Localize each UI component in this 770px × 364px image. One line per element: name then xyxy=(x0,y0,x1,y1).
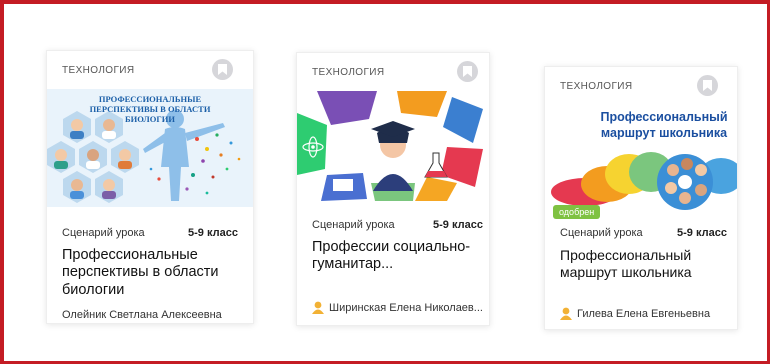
bookmark-icon[interactable] xyxy=(212,59,233,80)
card-category: ТЕХНОЛОГИЯ xyxy=(312,67,385,78)
card-title[interactable]: Профессии социально-гуманитар... xyxy=(312,239,488,274)
person-icon xyxy=(312,301,324,314)
card-image xyxy=(297,91,489,201)
card-image: Профессиональный маршрут школьника xyxy=(545,104,737,212)
screenshot-frame: ТЕХНОЛОГИЯ ПРОФЕССИОНАЛЬНЫЕ ПЕРСПЕКТИВЫ … xyxy=(0,0,770,364)
lesson-card[interactable]: ТЕХНОЛОГИЯ xyxy=(296,52,490,326)
person-icon xyxy=(560,307,572,320)
status-badge: одобрен xyxy=(553,205,601,219)
bookmark-icon[interactable] xyxy=(697,75,718,96)
image-banner-text: Профессиональный маршрут школьника xyxy=(600,110,728,140)
card-category: ТЕХНОЛОГИЯ xyxy=(62,65,135,76)
grade-label: 5-9 класс xyxy=(433,219,483,231)
author-name[interactable]: Олейник Светлана Алексеевна xyxy=(62,309,222,321)
image-banner-text: ПРОФЕССИОНАЛЬНЫЕ ПЕРСПЕКТИВЫ В ОБЛАСТИ Б… xyxy=(89,94,211,125)
author-name-text: Ширинская Елена Николаев... xyxy=(329,302,483,314)
lesson-card[interactable]: ТЕХНОЛОГИЯ Профессиональный маршрут школ… xyxy=(544,66,738,330)
author-name[interactable]: Ширинская Елена Николаев... xyxy=(312,301,483,314)
card-image: ПРОФЕССИОНАЛЬНЫЕ ПЕРСПЕКТИВЫ В ОБЛАСТИ Б… xyxy=(47,89,253,207)
grade-label: 5-9 класс xyxy=(677,227,727,239)
author-name[interactable]: Гилева Елена Евгеньевна xyxy=(560,307,710,320)
card-title[interactable]: Профессиональные перспективы в области б… xyxy=(62,247,242,299)
author-name-text: Гилева Елена Евгеньевна xyxy=(577,308,711,320)
lesson-card[interactable]: ТЕХНОЛОГИЯ xyxy=(46,50,254,324)
bookmark-icon[interactable] xyxy=(457,61,478,82)
grade-label: 5-9 класс xyxy=(188,227,238,239)
lesson-type: Сценарий урока xyxy=(312,219,395,231)
card-title[interactable]: Профессиональный маршрут школьника xyxy=(560,247,730,281)
lesson-type: Сценарий урока xyxy=(62,227,145,239)
lesson-type: Сценарий урока xyxy=(560,227,643,239)
card-category: ТЕХНОЛОГИЯ xyxy=(560,81,633,92)
